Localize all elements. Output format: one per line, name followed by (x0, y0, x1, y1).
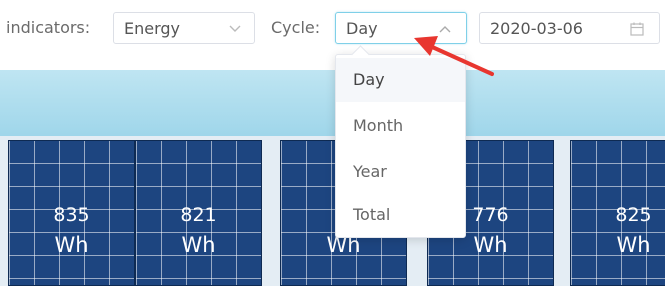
cycle-option-label: Total (353, 205, 391, 224)
solar-panel[interactable]: 825 Wh (570, 140, 665, 286)
cycle-option-label: Month (353, 116, 404, 135)
indicators-select-value: Energy (124, 19, 181, 38)
cycle-select-value: Day (346, 19, 378, 38)
panel-energy-value: 821 (180, 204, 217, 226)
panel-energy-unit: Wh (616, 233, 651, 257)
solar-panel[interactable]: 835 Wh (8, 140, 135, 286)
panel-energy-unit: Wh (181, 233, 216, 257)
red-arrow-icon (414, 36, 494, 76)
sky-banner (0, 70, 665, 136)
toolbar: indicators: Energy Cycle: Day 2020-03-06 (0, 0, 665, 70)
solar-panel[interactable]: 821 Wh (135, 140, 262, 286)
indicators-label: indicators: (6, 18, 91, 37)
cycle-label: Cycle: (271, 18, 321, 37)
cycle-option-label: Day (353, 70, 385, 89)
panel-energy-value: 825 (615, 204, 652, 226)
cycle-option-total[interactable]: Total (336, 193, 465, 237)
chevron-down-icon (229, 25, 241, 32)
cycle-option-label: Year (353, 162, 387, 181)
panel-energy-value: 835 (53, 204, 90, 226)
indicators-select[interactable]: Energy (113, 12, 255, 44)
panel-energy-unit: Wh (54, 233, 89, 257)
cycle-option-year[interactable]: Year (336, 150, 465, 194)
cycle-option-month[interactable]: Month (336, 104, 465, 148)
calendar-icon[interactable] (628, 20, 646, 38)
